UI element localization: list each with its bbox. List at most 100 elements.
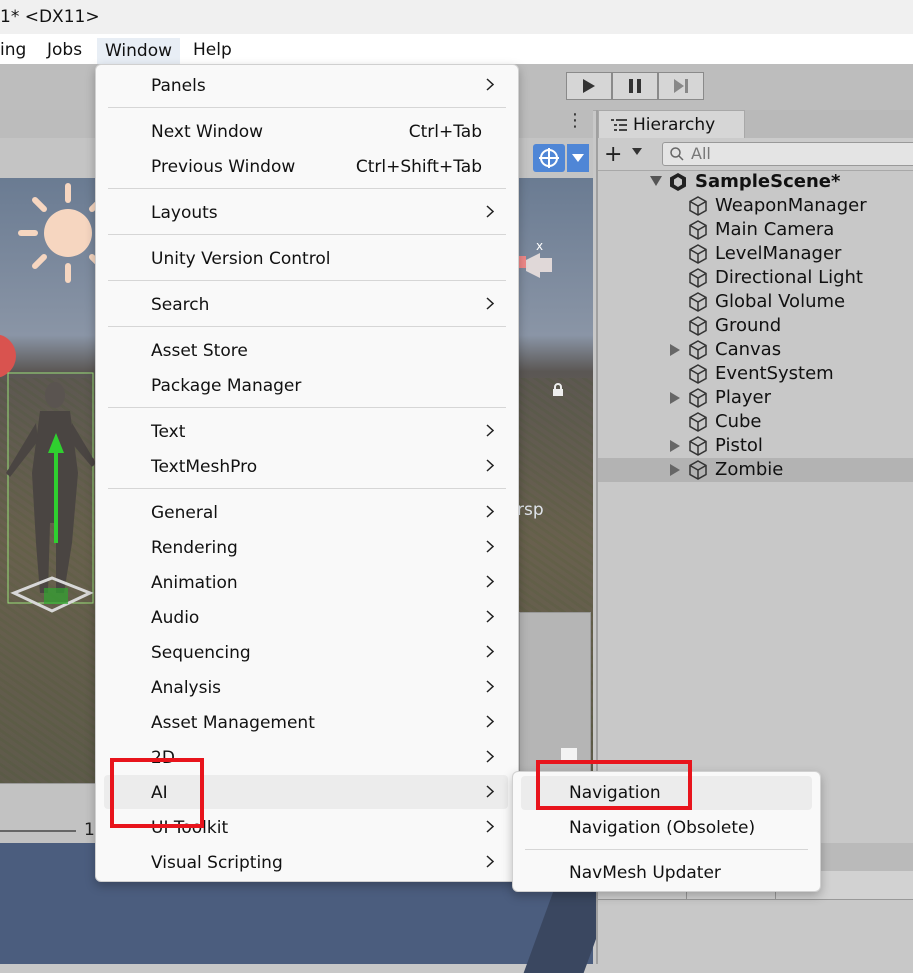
menu-item-partial[interactable]: ing xyxy=(0,40,26,60)
gameobject-icon xyxy=(689,292,707,312)
zoom-slider[interactable] xyxy=(0,830,76,832)
hierarchy-row-main-camera[interactable]: Main Camera xyxy=(598,218,913,242)
menu-jobs[interactable]: Jobs xyxy=(47,40,82,60)
lock-icon[interactable] xyxy=(552,383,564,397)
expand-arrow-icon[interactable] xyxy=(670,464,680,476)
overlay-panel xyxy=(519,612,591,774)
gameobject-icon xyxy=(689,196,707,216)
hierarchy-row-global-volume[interactable]: Global Volume xyxy=(598,290,913,314)
more-options-icon[interactable]: ⋮ xyxy=(566,110,584,131)
submenu-item-navmesh-updater[interactable]: NavMesh Updater xyxy=(521,856,812,890)
menu-item-label: Panels xyxy=(151,76,206,96)
menu-item-asset-store[interactable]: Asset Store xyxy=(104,335,508,367)
tab-hierarchy[interactable]: Hierarchy xyxy=(598,110,745,139)
scene-row[interactable]: SampleScene* xyxy=(598,170,913,194)
gizmo-dropdown-button[interactable] xyxy=(567,144,589,172)
menu-item-general[interactable]: General xyxy=(104,497,508,529)
menu-item-search[interactable]: Search xyxy=(104,289,508,321)
chevron-right-icon xyxy=(486,750,494,763)
gameobject-icon xyxy=(689,220,707,240)
unity-scene-icon xyxy=(670,173,686,191)
menu-item-label: Visual Scripting xyxy=(151,853,283,873)
menu-divider xyxy=(108,326,506,327)
gizmo-toggle-button[interactable] xyxy=(533,144,565,172)
search-icon xyxy=(670,147,684,161)
menu-item-audio[interactable]: Audio xyxy=(104,602,508,634)
gizmo-icon xyxy=(539,148,559,168)
hierarchy-row-pistol[interactable]: Pistol xyxy=(598,434,913,458)
expand-arrow-icon[interactable] xyxy=(670,440,680,452)
menu-item-unity-version-control[interactable]: Unity Version Control xyxy=(104,243,508,275)
shortcut-label: Ctrl+Tab xyxy=(408,122,482,142)
menu-divider xyxy=(108,188,506,189)
hierarchy-row-zombie[interactable]: Zombie xyxy=(598,458,913,482)
menu-item-label: Text xyxy=(151,422,186,442)
menu-item-label: Next Window xyxy=(151,122,264,142)
chevron-right-icon xyxy=(486,715,494,728)
hierarchy-row-canvas[interactable]: Canvas xyxy=(598,338,913,362)
menu-item-visual-scripting[interactable]: Visual Scripting xyxy=(104,847,508,879)
menu-item-label: Layouts xyxy=(151,203,218,223)
menu-item-label: Analysis xyxy=(151,678,222,698)
menu-help[interactable]: Help xyxy=(193,40,232,60)
play-button[interactable] xyxy=(566,72,612,100)
menu-divider xyxy=(108,280,506,281)
menu-divider xyxy=(108,107,506,108)
menu-item-label: Unity Version Control xyxy=(151,249,331,269)
submenu-item-label: Navigation (Obsolete) xyxy=(569,818,756,838)
gameobject-icon xyxy=(689,388,707,408)
chevron-down-icon[interactable] xyxy=(632,148,642,155)
highlight-box-ai xyxy=(110,758,204,828)
hierarchy-search-input[interactable]: All xyxy=(662,142,913,166)
object-name: Pistol xyxy=(715,435,763,456)
step-button[interactable] xyxy=(658,72,704,100)
shortcut-label: Ctrl+Shift+Tab xyxy=(355,157,482,177)
menu-item-label: Previous Window xyxy=(151,157,296,177)
hierarchy-row-cube[interactable]: Cube xyxy=(598,410,913,434)
menu-item-layouts[interactable]: Layouts xyxy=(104,197,508,229)
pause-button[interactable] xyxy=(612,72,658,100)
hierarchy-row-directional-light[interactable]: Directional Light xyxy=(598,266,913,290)
menu-item-textmeshpro[interactable]: TextMeshPro xyxy=(104,451,508,483)
chevron-right-icon xyxy=(486,540,494,553)
gameobject-icon xyxy=(689,364,707,384)
menu-item-previous-window[interactable]: Previous Window Ctrl+Shift+Tab xyxy=(104,151,508,183)
menu-item-text[interactable]: Text xyxy=(104,416,508,448)
menu-divider xyxy=(525,849,808,850)
add-object-button[interactable]: + xyxy=(604,142,622,167)
object-name: WeaponManager xyxy=(715,195,867,216)
expand-arrow-icon[interactable] xyxy=(670,344,680,356)
submenu-item-label: NavMesh Updater xyxy=(569,863,721,883)
menu-item-rendering[interactable]: Rendering xyxy=(104,532,508,564)
hierarchy-row-levelmanager[interactable]: LevelManager xyxy=(598,242,913,266)
submenu-item-navigation-obsolete[interactable]: Navigation (Obsolete) xyxy=(521,811,812,845)
menu-item-next-window[interactable]: Next Window Ctrl+Tab xyxy=(104,116,508,148)
character-model xyxy=(6,372,96,613)
chevron-right-icon xyxy=(486,78,494,91)
chevron-right-icon xyxy=(486,645,494,658)
menu-window[interactable]: Window xyxy=(97,38,181,64)
highlight-box-navigation xyxy=(536,760,692,810)
hierarchy-row-ground[interactable]: Ground xyxy=(598,314,913,338)
hierarchy-row-weaponmanager[interactable]: WeaponManager xyxy=(598,194,913,218)
menu-item-label: Audio xyxy=(151,608,200,628)
menu-item-package-manager[interactable]: Package Manager xyxy=(104,370,508,402)
chevron-right-icon xyxy=(486,785,494,798)
hierarchy-row-eventsystem[interactable]: EventSystem xyxy=(598,362,913,386)
menu-item-animation[interactable]: Animation xyxy=(104,567,508,599)
menu-item-sequencing[interactable]: Sequencing xyxy=(104,637,508,669)
hierarchy-row-player[interactable]: Player xyxy=(598,386,913,410)
svg-text:x: x xyxy=(536,239,543,253)
expand-arrow-icon[interactable] xyxy=(650,176,662,186)
menu-item-panels[interactable]: Panels xyxy=(104,70,508,102)
object-name: Directional Light xyxy=(715,267,863,288)
menu-item-asset-management[interactable]: Asset Management xyxy=(104,707,508,739)
gameobject-icon xyxy=(689,268,707,288)
play-icon xyxy=(583,79,595,93)
tab-hierarchy-label: Hierarchy xyxy=(633,115,716,135)
menu-item-analysis[interactable]: Analysis xyxy=(104,672,508,704)
gameobject-icon xyxy=(689,460,707,480)
object-name: LevelManager xyxy=(715,243,842,264)
expand-arrow-icon[interactable] xyxy=(670,392,680,404)
hierarchy-toolbar: + All xyxy=(598,138,913,171)
